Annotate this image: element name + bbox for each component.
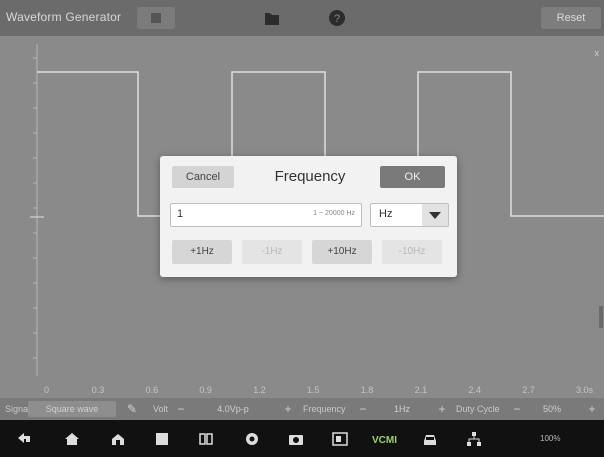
x-tick-label: 1.5: [307, 385, 320, 395]
duty-plus-button[interactable]: +: [584, 401, 600, 417]
volt-value[interactable]: 4.0Vp-p: [192, 401, 274, 417]
x-tick-label: 0.3: [91, 385, 105, 395]
duty-label: Duty Cycle: [456, 404, 500, 414]
back-icon[interactable]: [14, 429, 34, 449]
house-icon[interactable]: [108, 429, 128, 449]
help-icon[interactable]: ?: [326, 7, 348, 29]
plus-1hz-button[interactable]: +1Hz: [172, 240, 232, 264]
app-title: Waveform Generator: [6, 10, 122, 24]
control-bar: Signal Square wave ✎ Volt − 4.0Vp-p + Fr…: [0, 398, 604, 420]
dialog-title: Frequency: [274, 168, 346, 185]
browser-icon[interactable]: [242, 429, 262, 449]
x-tick-label: 2.7: [522, 385, 535, 395]
stop-icon: [151, 13, 161, 23]
x-tick-label: 2.4: [468, 385, 481, 395]
reset-button[interactable]: Reset: [541, 7, 601, 29]
frequency-dialog: Cancel Frequency OK 1 1 ~ 20000 Hz Hz +1…: [160, 156, 457, 277]
svg-text:x: x: [595, 48, 600, 58]
x-tick-label: 0.6: [145, 385, 159, 395]
folder-icon[interactable]: [259, 7, 285, 29]
top-bar: Waveform Generator ? Reset: [0, 0, 604, 36]
home-icon[interactable]: [62, 429, 82, 449]
minus-10hz-button[interactable]: -10Hz: [382, 240, 442, 264]
signal-label: Signal: [5, 404, 31, 414]
unit-dropdown[interactable]: Hz: [370, 203, 449, 227]
frequency-input-value: 1: [177, 208, 184, 220]
edit-icon[interactable]: ✎: [124, 401, 140, 417]
x-tick-label: 1.2: [253, 385, 266, 395]
minus-1hz-button[interactable]: -1Hz: [242, 240, 302, 264]
svg-text:VCMI: VCMI: [372, 435, 397, 446]
volt-minus-button[interactable]: −: [173, 401, 189, 417]
frequency-range-hint: 1 ~ 20000 Hz: [313, 210, 355, 217]
duty-value[interactable]: 50%: [528, 401, 576, 417]
frequency-plus-button[interactable]: +: [434, 401, 450, 417]
screen: Waveform Generator ? Reset x 0 0.3 0.6 0.9 1…: [0, 0, 604, 457]
frequency-input[interactable]: 1 1 ~ 20000 Hz: [170, 203, 362, 227]
frequency-label: Frequency: [303, 404, 346, 414]
car-icon[interactable]: [420, 429, 440, 449]
x-tick-label: 0: [44, 385, 50, 395]
unit-value: Hz: [379, 208, 393, 220]
split-icon[interactable]: [196, 429, 216, 449]
x-tick-label: 2.1: [414, 385, 428, 395]
plus-10hz-button[interactable]: +10Hz: [312, 240, 372, 264]
recents-icon[interactable]: [152, 429, 172, 449]
x-tick-label: 3.0s: [576, 385, 594, 395]
chevron-down-icon: [422, 204, 448, 226]
duty-minus-button[interactable]: −: [509, 401, 525, 417]
stop-button[interactable]: [137, 7, 175, 29]
screen-icon[interactable]: [330, 429, 350, 449]
svg-text:?: ?: [334, 13, 340, 25]
cancel-button[interactable]: Cancel: [172, 166, 234, 188]
status-text: 100%: [540, 434, 561, 443]
system-nav-bar: VCMI 100%: [0, 420, 604, 457]
frequency-value[interactable]: 1Hz: [374, 401, 430, 417]
signal-select[interactable]: Square wave: [28, 401, 116, 417]
vcmi-icon[interactable]: VCMI: [372, 429, 402, 449]
camera-icon[interactable]: [286, 429, 306, 449]
x-tick-label: 0.9: [199, 385, 212, 395]
network-icon[interactable]: [464, 429, 484, 449]
ok-button[interactable]: OK: [380, 166, 445, 188]
frequency-minus-button[interactable]: −: [355, 401, 371, 417]
x-tick-label: 1.8: [360, 385, 374, 395]
volt-plus-button[interactable]: +: [280, 401, 296, 417]
volt-label: Volt: [153, 404, 169, 414]
